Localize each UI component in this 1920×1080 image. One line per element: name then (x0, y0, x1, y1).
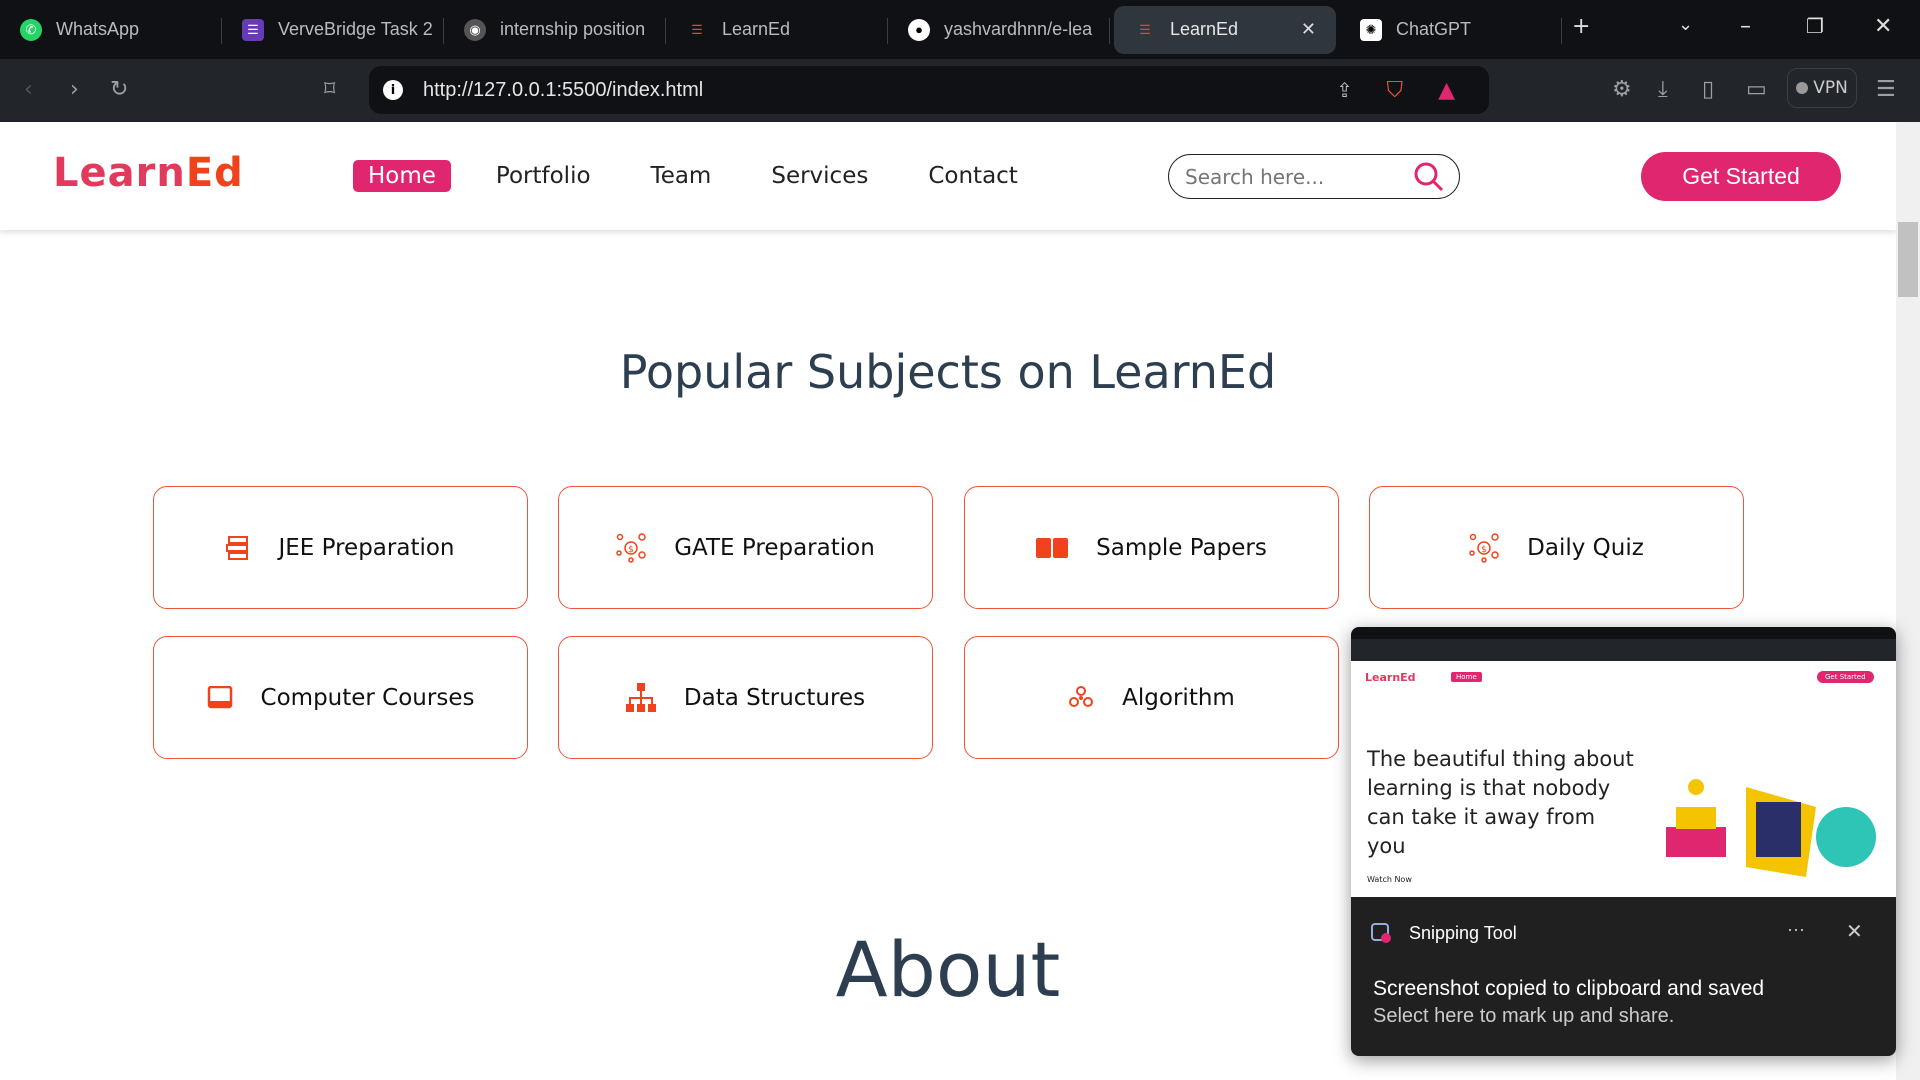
preview-nav-home: Home (1451, 672, 1482, 682)
reload-icon[interactable]: ↻ (110, 77, 128, 102)
tab-whatsapp[interactable]: ✆ WhatsApp (0, 6, 222, 54)
vpn-status-icon (1796, 82, 1809, 94)
url-text[interactable]: http://127.0.0.1:5500/index.html (423, 79, 703, 102)
nav-contact[interactable]: Contact (913, 160, 1032, 192)
laptop-icon (207, 685, 232, 708)
snipping-tool-notification[interactable]: LearnEd Home Get Started The beautiful t… (1351, 627, 1896, 1056)
close-window-icon[interactable]: ✕ (1874, 14, 1892, 39)
get-started-button[interactable]: Get Started (1641, 152, 1841, 201)
learned-icon: ☰ (1139, 21, 1151, 37)
wallet-icon[interactable]: ▭ (1746, 77, 1767, 102)
search-box (1168, 154, 1460, 199)
svg-text:$: $ (628, 545, 634, 555)
search-icon[interactable] (1413, 161, 1445, 193)
vpn-button[interactable]: VPN (1787, 68, 1857, 108)
address-bar[interactable]: i http://127.0.0.1:5500/index.html ⇪ ⛉ ▲ (369, 66, 1489, 114)
tab-learned-active[interactable]: ☰ LearnEd ✕ (1114, 5, 1336, 54)
scrollbar-thumb[interactable] (1898, 222, 1918, 297)
preview-hero-illustration (1666, 779, 1876, 877)
subject-card-computer-courses[interactable]: Computer Courses (153, 636, 528, 759)
snipping-tool-icon (1371, 923, 1391, 943)
nav-services[interactable]: Services (756, 160, 883, 192)
subject-card-jee[interactable]: JEE Preparation (153, 486, 528, 609)
nav-team[interactable]: Team (636, 160, 727, 192)
search-input[interactable] (1185, 164, 1405, 189)
section-title: Popular Subjects on LearnEd (619, 345, 1277, 399)
download-icon[interactable]: ⤓ (1658, 77, 1668, 102)
books-icon (226, 535, 249, 560)
subject-card-sample-papers[interactable]: Sample Papers (964, 486, 1339, 609)
preview-hero-quote: The beautiful thing about learning is th… (1367, 747, 1634, 858)
back-icon[interactable]: ‹ (24, 77, 33, 102)
chatgpt-icon: ✺ (1360, 18, 1382, 41)
extensions-icon[interactable]: ⚙ (1612, 77, 1632, 102)
subject-card-data-structures[interactable]: Data Structures (558, 636, 933, 759)
preview-logo: LearnEd (1365, 671, 1416, 684)
toolbar: ‹ › ↻ ⌑ i http://127.0.0.1:5500/index.ht… (0, 59, 1920, 122)
brave-icon: ◉ (464, 18, 486, 41)
sidebar-icon[interactable]: ▯ (1702, 77, 1714, 102)
minimize-icon[interactable]: – (1740, 14, 1751, 39)
screenshot-preview[interactable]: LearnEd Home Get Started The beautiful t… (1351, 627, 1896, 897)
main-nav: Home Portfolio Team Services Contact (353, 160, 1063, 192)
whatsapp-icon: ✆ (20, 18, 42, 41)
close-tab-icon[interactable]: ✕ (1301, 19, 1316, 40)
subject-card-gate[interactable]: $ GATE Preparation (558, 486, 933, 609)
tab-learned[interactable]: ☰ LearnEd (666, 6, 888, 54)
more-options-icon[interactable]: ··· (1787, 919, 1805, 940)
sitemap-icon (625, 682, 656, 712)
tab-bar: ✆ WhatsApp ☰ VerveBridge Task 2 ◉ internshi… (0, 0, 1920, 59)
tab-vervebridge[interactable]: ☰ VerveBridge Task 2 (222, 6, 444, 54)
preview-cta: Get Started (1817, 671, 1874, 683)
tab-chatgpt[interactable]: ✺ ChatGPT (1340, 6, 1562, 54)
network-dollar-icon: $ (1469, 532, 1499, 563)
subject-card-daily-quiz[interactable]: $ Daily Quiz (1369, 486, 1744, 609)
tab-internship[interactable]: ◉ internship position (444, 6, 666, 54)
subject-card-algorithm[interactable]: Algorithm (964, 636, 1339, 759)
bookmark-icon[interactable]: ⌑ (324, 77, 335, 102)
github-icon: ● (908, 18, 930, 41)
menu-icon[interactable]: ☰ (1876, 77, 1896, 102)
nav-home[interactable]: Home (353, 160, 451, 192)
tab-search-chevron-icon[interactable]: ⌄ (1678, 14, 1693, 35)
restore-icon[interactable]: ❐ (1806, 14, 1824, 38)
tab-github[interactable]: ● yashvardhnn/e-lea (888, 6, 1110, 54)
notification-body: Snipping Tool ··· ✕ Screenshot copied to… (1351, 897, 1896, 1056)
notification-message: Screenshot copied to clipboard and saved (1373, 977, 1765, 1000)
notification-subtext: Select here to mark up and share. (1373, 1005, 1675, 1027)
site-info-icon[interactable]: i (383, 80, 403, 100)
site-header: LearnEd Home Portfolio Team Services Con… (0, 122, 1896, 230)
new-tab-icon[interactable]: + (1572, 14, 1590, 39)
forms-icon: ☰ (242, 18, 264, 41)
brave-rewards-icon[interactable]: ▲ (1438, 78, 1455, 103)
logo[interactable]: LearnEd (53, 150, 244, 196)
preview-watch-now: Watch Now (1367, 875, 1412, 884)
brave-shields-icon[interactable]: ⛉ (1386, 78, 1403, 103)
close-notification-icon[interactable]: ✕ (1846, 919, 1863, 944)
learned-icon: ☰ (691, 21, 703, 37)
open-book-icon (1036, 537, 1069, 558)
preview-toolbar (1351, 639, 1896, 661)
forward-icon[interactable]: › (70, 77, 79, 102)
network-dollar-icon: $ (616, 532, 646, 563)
svg-text:$: $ (1481, 545, 1487, 555)
molecule-icon (1069, 685, 1094, 707)
share-icon[interactable]: ⇪ (1336, 78, 1353, 102)
notification-app-name: Snipping Tool (1409, 923, 1517, 943)
nav-portfolio[interactable]: Portfolio (481, 160, 606, 192)
